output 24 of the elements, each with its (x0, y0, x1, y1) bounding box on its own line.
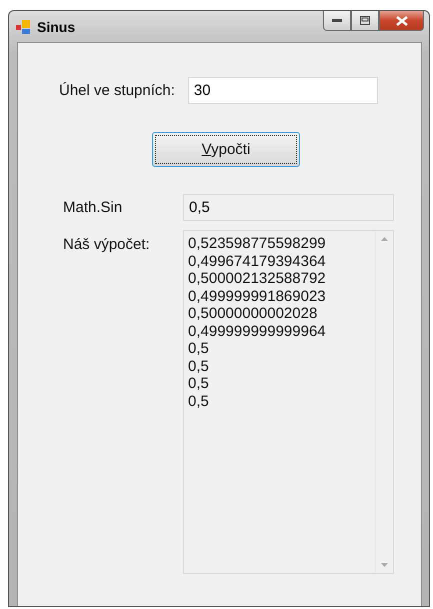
result-line: 0,50000000002028 (188, 305, 318, 322)
result-line: 0,5 (188, 340, 210, 358)
minimize-button[interactable] (323, 11, 351, 31)
result-line: 0,523598775598299 (188, 235, 327, 252)
close-icon (396, 16, 408, 26)
result-line: 0,499674179394364 (188, 252, 327, 270)
result-line: 0,5 (188, 392, 210, 410)
math-sin-field[interactable]: 0,5 (183, 194, 394, 221)
maximize-icon (360, 16, 370, 25)
minimize-icon (332, 18, 342, 22)
angle-label: Úhel ve stupních: (59, 82, 175, 99)
result-line: 0,499999999999964 (188, 322, 327, 340)
close-button[interactable] (379, 11, 424, 31)
math-sin-label: Math.Sin (63, 199, 124, 216)
app-icon (16, 20, 31, 34)
calculate-button[interactable]: Vypočti (152, 132, 300, 167)
result-line: 0,5 (188, 375, 210, 392)
result-line: 0,5 (188, 358, 210, 375)
our-calc-label: Náš výpočet: (63, 236, 151, 253)
result-line: 0,499999991869023 (188, 288, 327, 305)
maximize-button[interactable] (351, 11, 379, 31)
window-title: Sinus (37, 18, 76, 34)
result-line: 0,500002132588792 (188, 270, 327, 288)
angle-input[interactable]: 30 (188, 77, 378, 104)
